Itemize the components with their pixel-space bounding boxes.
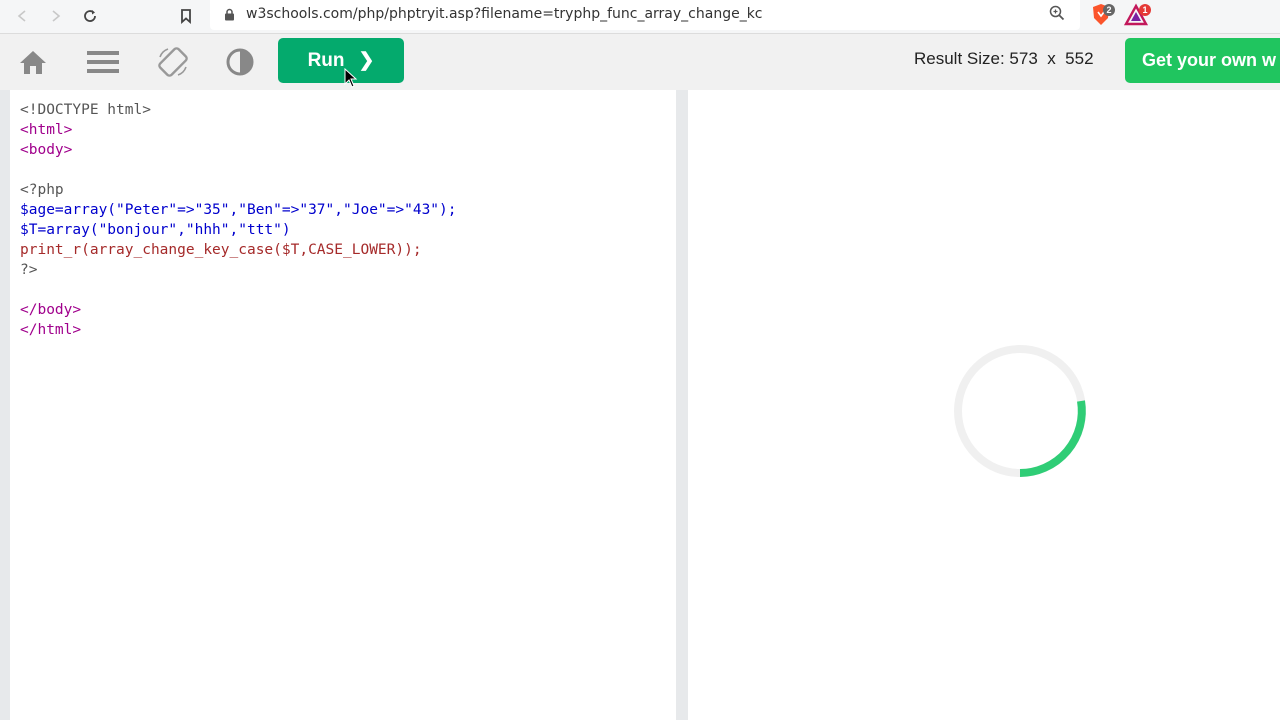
mouse-cursor-icon [344, 68, 358, 88]
home-icon[interactable] [13, 42, 53, 82]
code-line: <!DOCTYPE html> [20, 102, 151, 118]
zoom-icon[interactable] [1048, 4, 1066, 27]
chevron-right-icon: ❯ [358, 50, 375, 71]
lock-icon [224, 8, 235, 26]
loading-spinner-icon [954, 345, 1086, 477]
rotate-icon[interactable] [153, 42, 193, 82]
reload-icon[interactable] [78, 4, 102, 28]
code-line: <html> [20, 122, 73, 138]
get-your-own-label: Get your own w [1142, 50, 1277, 70]
tryit-toolbar: Run ❯ Result Size: 573 x 552 Get your ow… [0, 34, 1280, 90]
code-line: print_r(array_change_key_case($T,CASE_LO… [20, 242, 422, 258]
url-text: w3schools.com/php/phptryit.asp?filename=… [246, 6, 763, 22]
code-line: </body> [20, 302, 82, 318]
panel-divider[interactable] [676, 90, 688, 720]
code-line: <body> [20, 142, 73, 158]
code-line: $age=array("Peter"=>"35","Ben"=>"37","Jo… [20, 202, 457, 218]
run-button-label: Run [307, 49, 345, 71]
forward-icon[interactable] [44, 4, 68, 28]
code-text[interactable]: <!DOCTYPE html> <html> <body> <?php $age… [20, 100, 457, 340]
result-panel [688, 90, 1280, 720]
bookmark-icon[interactable] [174, 4, 198, 28]
brave-shield-icon[interactable]: 2 [1090, 3, 1115, 32]
get-your-own-button[interactable]: Get your own w [1125, 38, 1280, 83]
code-line: </html> [20, 322, 82, 338]
code-line: $T=array("bonjour","hhh","ttt") [20, 222, 291, 238]
brave-shield-badge: 2 [1103, 4, 1115, 16]
menu-icon[interactable] [83, 42, 123, 82]
rewards-badge: 1 [1139, 4, 1151, 16]
back-icon[interactable] [10, 4, 34, 28]
browser-toolbar: w3schools.com/php/phptryit.asp?filename=… [0, 0, 1280, 34]
code-editor[interactable]: <!DOCTYPE html> <html> <body> <?php $age… [10, 90, 676, 720]
brave-rewards-icon[interactable]: 1 [1123, 3, 1151, 32]
result-size-label: Result Size: 573 x 552 [914, 49, 1094, 68]
code-line: <?php [20, 182, 64, 198]
run-button[interactable]: Run ❯ [278, 38, 404, 83]
address-bar[interactable]: w3schools.com/php/phptryit.asp?filename=… [210, 0, 1080, 30]
code-line: ?> [20, 262, 38, 278]
theme-icon[interactable] [220, 42, 260, 82]
